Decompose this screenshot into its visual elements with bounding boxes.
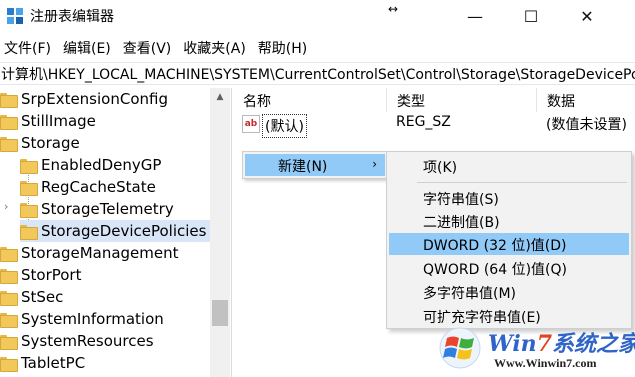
menu-item-qword-value[interactable]: QWORD (64 位)值(Q)	[389, 257, 629, 279]
folder-icon	[0, 290, 18, 306]
scroll-thumb[interactable]	[212, 300, 228, 326]
menu-view[interactable]: 查看(V)	[119, 34, 176, 58]
close-button[interactable]: ✕	[564, 0, 610, 32]
address-bar[interactable]: 计算机\HKEY_LOCAL_MACHINE\SYSTEM\CurrentCon…	[0, 62, 635, 85]
tree-item-label: RegCacheState	[41, 178, 156, 196]
new-submenu: 项(K) 字符串值(S) 二进制值(B) DWORD (32 位)值(D) QW…	[386, 151, 632, 329]
tree-item-label: SrpExtensionConfig	[21, 90, 168, 108]
tree-item-storage[interactable]: Storage	[0, 132, 80, 154]
column-header-data[interactable]: 数据	[537, 88, 635, 112]
folder-icon	[20, 202, 38, 218]
minimize-button[interactable]: —	[452, 0, 498, 32]
watermark-url: Www.Winwin7.com	[494, 356, 597, 370]
folder-icon	[0, 92, 18, 108]
tree-item-storagedevicepolicies[interactable]: StorageDevicePolicies	[20, 220, 210, 242]
tree-item-label: StorageManagement	[21, 244, 179, 262]
tree-item-storport[interactable]: StorPort	[0, 264, 81, 286]
watermark-brand: Win7系统之家	[488, 331, 635, 357]
tree-item-enableddenygp[interactable]: EnabledDenyGP	[20, 154, 161, 176]
value-data: (数值未设置)	[546, 117, 627, 133]
tree-item-regcachestate[interactable]: RegCacheState	[20, 176, 156, 198]
tree-item-stillimage[interactable]: StillImage	[0, 110, 96, 132]
tree-item-stsec[interactable]: StSec	[0, 286, 63, 308]
menu-edit[interactable]: 编辑(E)	[59, 34, 115, 58]
tree-item-label: SystemInformation	[21, 310, 164, 328]
tree-item-systemresources[interactable]: SystemResources	[0, 330, 154, 352]
menu-separator	[417, 182, 627, 183]
registry-editor-icon	[7, 8, 23, 24]
key-tree: SrpExtensionConfig StillImage Storage En…	[0, 88, 232, 377]
tree-item-label: StorageDevicePolicies	[41, 222, 207, 240]
scroll-up-arrow-icon[interactable]: ▲	[210, 88, 230, 106]
menu-item-new[interactable]: 新建(N) ›	[245, 154, 385, 176]
tree-scrollbar[interactable]: ▲	[210, 88, 230, 377]
folder-icon	[0, 114, 18, 130]
watermark: Win7系统之家 Www.Winwin7.com	[438, 322, 635, 377]
folder-icon	[0, 246, 18, 262]
tree-item-label: StSec	[21, 288, 64, 306]
window-title: 注册表编辑器	[30, 9, 114, 25]
tree-item-systeminformation[interactable]: SystemInformation	[0, 308, 164, 330]
menu-item-key[interactable]: 项(K)	[389, 155, 629, 177]
menu-file[interactable]: 文件(F)	[0, 34, 55, 58]
folder-icon	[20, 180, 38, 196]
windows-logo-icon	[439, 327, 481, 369]
menu-item-multi-string-value[interactable]: 多字符串值(M)	[389, 281, 629, 303]
submenu-arrow-icon: ›	[372, 157, 377, 171]
expand-chevron-icon[interactable]: ›	[4, 200, 8, 213]
value-name[interactable]: (默认)	[262, 114, 307, 138]
string-value-icon: ab	[242, 115, 260, 133]
tree-item-label: TabletPC	[21, 354, 86, 372]
tree-item-tabletpc[interactable]: TabletPC	[0, 352, 85, 374]
context-menu: 新建(N) ›	[242, 151, 388, 179]
address-path: 计算机\HKEY_LOCAL_MACHINE\SYSTEM\CurrentCon…	[1, 67, 635, 83]
menu-bar: 文件(F) 编辑(E) 查看(V) 收藏夹(A) 帮助(H)	[0, 34, 635, 58]
resize-cursor-icon: ↔	[388, 2, 399, 16]
folder-icon	[0, 312, 18, 328]
menu-item-new-label: 新建(N)	[278, 159, 328, 175]
folder-icon	[20, 158, 38, 174]
folder-icon	[20, 224, 38, 240]
column-header-name[interactable]: 名称	[233, 88, 387, 112]
folder-icon	[0, 268, 18, 284]
maximize-button[interactable]: ☐	[508, 0, 554, 32]
folder-open-icon	[0, 136, 18, 152]
tree-item-srpextensionconfig[interactable]: SrpExtensionConfig	[0, 88, 168, 110]
column-header-type[interactable]: 类型	[387, 88, 537, 112]
tree-item-storagemanagement[interactable]: StorageManagement	[0, 242, 179, 264]
menu-item-dword-value[interactable]: DWORD (32 位)值(D)	[389, 233, 629, 255]
tree-item-label: Storage	[21, 134, 80, 152]
tree-item-label: StillImage	[21, 112, 96, 130]
folder-icon	[0, 334, 18, 350]
folder-icon	[0, 356, 18, 372]
menu-help[interactable]: 帮助(H)	[254, 34, 311, 58]
tree-item-label: SystemResources	[21, 332, 154, 350]
menu-item-string-value[interactable]: 字符串值(S)	[389, 187, 629, 209]
tree-item-label: EnabledDenyGP	[41, 156, 162, 174]
tree-item-label: StorPort	[21, 266, 82, 284]
menu-favorites[interactable]: 收藏夹(A)	[179, 34, 250, 58]
title-bar: 注册表编辑器 ↔ — ☐ ✕	[0, 0, 635, 32]
tree-item-label: StorageTelemetry	[41, 200, 174, 218]
value-type: REG_SZ	[396, 114, 451, 130]
menu-item-binary-value[interactable]: 二进制值(B)	[389, 210, 629, 232]
tree-item-storagetelemetry[interactable]: StorageTelemetry	[20, 198, 174, 220]
